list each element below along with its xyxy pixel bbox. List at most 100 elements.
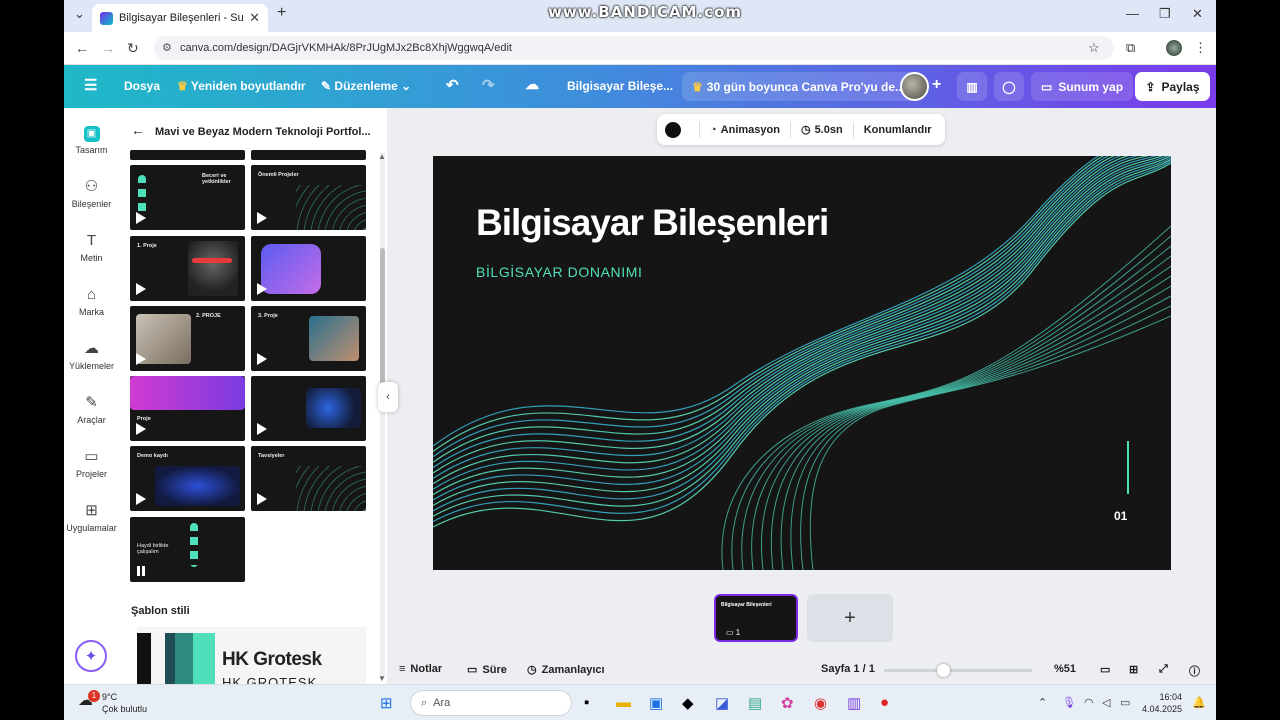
reload-icon[interactable]: ↻ (127, 40, 139, 57)
cloud-save-icon[interactable]: ☁ (525, 76, 539, 93)
site-info-icon[interactable]: ⚙ (162, 41, 172, 54)
undo-icon[interactable]: ↶ (446, 76, 459, 94)
add-page-button[interactable]: + (807, 594, 893, 642)
zoom-level[interactable]: %51 (1054, 663, 1076, 675)
resize-button[interactable]: ♛ Yeniden boyutlandır (177, 79, 306, 93)
close-tab-icon[interactable]: ✕ (249, 10, 260, 26)
bookmark-star-icon[interactable]: ☆ (1088, 40, 1100, 56)
magic-assistant-button[interactable]: ✦ (75, 640, 107, 672)
app-icon[interactable]: ◪ (715, 694, 729, 712)
rail-item-uploads[interactable]: ☁ Yüklemeler (64, 340, 119, 371)
template-page-thumbnail[interactable]: 1. Proje (130, 236, 245, 301)
template-page-thumbnail[interactable]: 3. Proje (251, 306, 366, 371)
new-tab-icon[interactable]: + (277, 4, 286, 22)
notifications-icon[interactable]: 🔔 (1192, 696, 1206, 709)
share-button[interactable]: ⇪ Paylaş (1135, 72, 1210, 101)
zoom-slider[interactable] (884, 664, 1032, 677)
bandicam-icon[interactable]: ● (880, 694, 889, 711)
browser-tab[interactable]: Bilgisayar Bileşenleri - Sunum ✕ (92, 4, 268, 32)
document-title[interactable]: Bilgisayar Bileşe... (567, 79, 673, 93)
redo-icon[interactable]: ↷ (482, 76, 495, 94)
page-thumbnail-1[interactable]: Bilgisayar Bileşenleri ▭ 1 (714, 594, 798, 642)
timer-button[interactable]: ◷ Zamanlayıcı (527, 663, 605, 677)
edit-mode-button[interactable]: ✎ Düzenleme ⌄ (321, 79, 411, 93)
back-icon[interactable]: ← (75, 40, 89, 56)
microphone-icon[interactable]: 🎙 (1062, 696, 1076, 709)
extensions-icon[interactable]: ⧉ (1126, 40, 1135, 56)
start-windows-icon[interactable]: ⊞ (380, 694, 393, 712)
template-page-thumbnail[interactable] (130, 150, 245, 160)
insights-button[interactable]: ▥ (957, 72, 987, 101)
template-page-thumbnail[interactable]: Önemli Projeler (251, 165, 366, 230)
minimize-icon[interactable]: — (1126, 6, 1139, 21)
slide-subtitle[interactable]: BİLGİSAYAR DONANIMI (476, 264, 642, 280)
rail-item-elements[interactable]: ⚇ Bileşenler (64, 178, 119, 209)
duration-button[interactable]: ◷ 5.0sn (797, 123, 847, 137)
rail-item-apps[interactable]: ⊞ Uygulamalar (64, 502, 119, 533)
panel-title[interactable]: ← Mavi ve Beyaz Modern Teknoloji Portfol.… (131, 122, 371, 138)
url-field[interactable]: ⚙ canva.com/design/DAGjrVKMHAk/8PrJUgMJx… (154, 36, 1114, 60)
app-icon[interactable]: ▤ (748, 694, 762, 712)
rail-item-projects[interactable]: ▭ Projeler (64, 448, 119, 479)
template-page-thumbnail[interactable] (251, 376, 366, 441)
clock[interactable]: 16:04 4.04.2025 (1142, 691, 1182, 715)
template-page-thumbnail[interactable]: Demo kaydı (130, 446, 245, 511)
scroll-up-icon[interactable]: ▲ (378, 152, 386, 161)
pro-trial-button[interactable]: ♛ 30 gün boyunca Canva Pro'yu de... (682, 72, 915, 101)
background-color-swatch[interactable] (665, 121, 681, 138)
app-icon[interactable]: ◆ (682, 694, 694, 712)
restore-icon[interactable]: ❐ (1159, 6, 1171, 22)
animation-button[interactable]: ◔ Animasyon (706, 124, 784, 136)
slide-canvas[interactable]: Bilgisayar Bileşenleri BİLGİSAYAR DONANI… (433, 156, 1171, 570)
zoom-slider-handle[interactable] (937, 664, 951, 677)
panel-scrollbar[interactable] (380, 153, 385, 678)
file-menu[interactable]: Dosya (124, 79, 160, 93)
volume-icon[interactable]: ◁ (1102, 696, 1110, 709)
notes-button[interactable]: ≡ Notlar (399, 663, 442, 675)
taskbar-search[interactable]: ⌕ Ara (410, 690, 572, 716)
template-page-thumbnail[interactable]: Tavsiyeler (251, 446, 366, 511)
copilot-icon[interactable]: ✿ (781, 694, 794, 712)
scrollbar-thumb[interactable] (380, 248, 385, 388)
rail-item-tools[interactable]: ✎ Araçlar (64, 394, 119, 425)
task-view-icon[interactable]: ▪ (584, 694, 589, 711)
battery-icon[interactable]: ▭ (1120, 696, 1130, 709)
close-window-icon[interactable]: ✕ (1192, 6, 1203, 22)
rail-item-design[interactable]: ▣ Tasarım (64, 126, 119, 155)
profile-avatar[interactable] (1166, 40, 1182, 56)
page-indicator[interactable]: Sayfa 1 / 1 (821, 663, 875, 675)
user-avatar[interactable] (900, 72, 929, 101)
present-button[interactable]: ▭ Sunum yap (1031, 72, 1134, 101)
template-page-thumbnail[interactable] (251, 150, 366, 160)
wifi-icon[interactable]: ◠ (1084, 696, 1094, 709)
browser-menu-icon[interactable]: ⋮ (1194, 40, 1207, 56)
add-collaborator-icon[interactable]: + (932, 76, 941, 94)
template-page-thumbnail[interactable] (251, 236, 366, 301)
rail-item-text[interactable]: T Metin (64, 232, 119, 263)
app-icon[interactable]: ▥ (847, 694, 861, 712)
back-arrow-icon[interactable]: ← (131, 122, 145, 138)
file-explorer-icon[interactable]: ▬ (616, 694, 631, 711)
slide-page-number[interactable]: 01 (1114, 509, 1127, 523)
comments-button[interactable]: ◯ (994, 72, 1024, 101)
position-button[interactable]: Konumlandır (860, 124, 936, 136)
forward-icon[interactable]: → (101, 40, 115, 56)
page-view-icon[interactable]: ▭ (1100, 663, 1110, 676)
show-hidden-icons[interactable]: ⌃ (1038, 696, 1047, 709)
template-style-card[interactable]: HK Grotesk HK GROTESK (137, 627, 366, 684)
collapse-panel-button[interactable]: ‹ (378, 382, 398, 412)
rail-item-brand[interactable]: ⌂ Marka (64, 286, 119, 317)
slide-title[interactable]: Bilgisayar Bileşenleri (476, 202, 829, 244)
duration-footer-button[interactable]: ▭ Süre (467, 663, 507, 677)
template-page-thumbnail[interactable]: Beceri ve yetkinlikler (130, 165, 245, 230)
fullscreen-icon[interactable]: ⤢ (1159, 663, 1168, 676)
help-icon[interactable]: ⓘ (1189, 663, 1200, 679)
store-icon[interactable]: ▣ (649, 694, 663, 712)
scroll-down-icon[interactable]: ▼ (378, 674, 386, 683)
template-page-thumbnail[interactable]: Haydi birlikte çalışalım (130, 517, 245, 582)
tab-list-icon[interactable]: ⌄ (74, 6, 85, 22)
chrome-icon[interactable]: ◉ (814, 694, 827, 712)
menu-icon[interactable]: ☰ (84, 76, 97, 94)
template-page-thumbnail[interactable]: Proje (130, 376, 245, 441)
grid-view-icon[interactable]: ⊞ (1129, 663, 1138, 676)
